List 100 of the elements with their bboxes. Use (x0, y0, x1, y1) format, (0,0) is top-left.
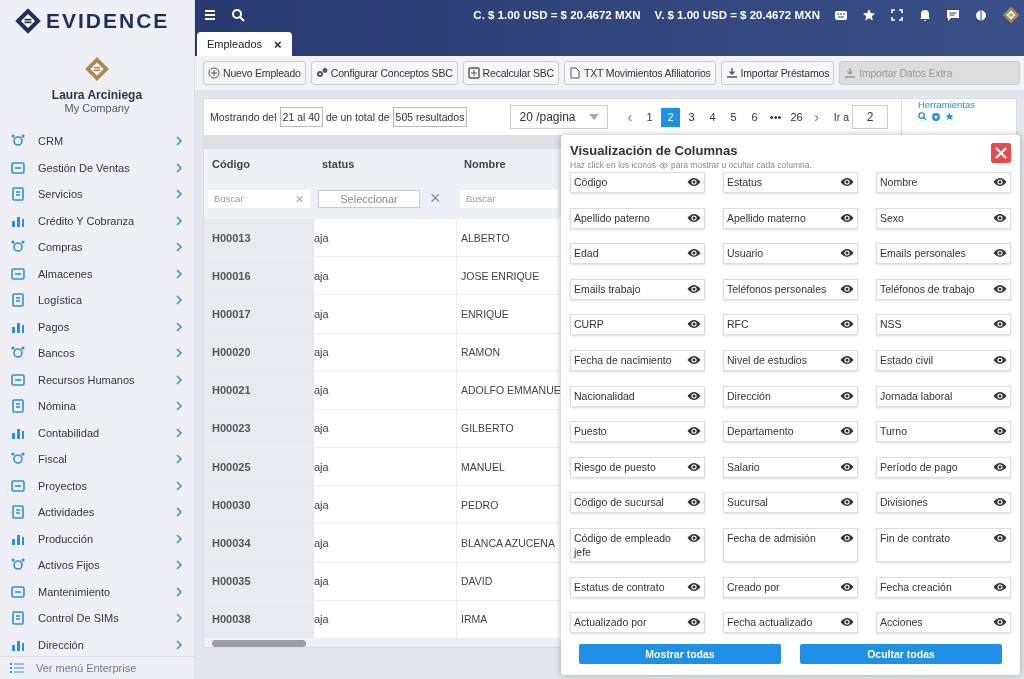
column-toggle[interactable]: Riesgo de puesto (570, 456, 705, 478)
column-toggle[interactable]: Sexo (876, 207, 1011, 229)
previous-page-icon[interactable]: ‹ (621, 109, 639, 126)
column-toggle[interactable]: RFC (723, 314, 858, 336)
tab[interactable]: Empleados × (197, 32, 292, 56)
column-toggle[interactable]: Sucursal (723, 492, 858, 514)
toolbar-button[interactable]: Configurar Conceptos SBC (310, 61, 458, 85)
eye-icon[interactable] (840, 426, 854, 437)
column-toggle[interactable]: Fecha de admisión (723, 527, 858, 562)
column-toggle[interactable]: Emails trabajo (570, 278, 705, 300)
eye-icon[interactable] (687, 532, 701, 543)
page-link[interactable]: 6 (745, 107, 765, 127)
eye-icon[interactable] (840, 319, 854, 330)
eye-icon[interactable] (840, 248, 854, 259)
eye-icon[interactable] (993, 319, 1007, 330)
scrollbar-thumb[interactable] (212, 640, 306, 647)
column-toggle[interactable]: Salario (723, 456, 858, 478)
eye-icon[interactable] (993, 426, 1007, 437)
column-toggle[interactable]: NSS (876, 314, 1011, 336)
sidebar-item[interactable]: Fiscal (0, 446, 194, 473)
eye-icon[interactable] (840, 177, 854, 187)
settings-icon[interactable] (930, 112, 941, 123)
eye-icon[interactable] (840, 283, 854, 294)
sidebar-item[interactable]: Compras (0, 234, 194, 261)
menu-icon[interactable] (203, 8, 217, 22)
column-toggle[interactable]: Fecha creación (876, 576, 1011, 598)
eye-icon[interactable] (687, 283, 701, 294)
search-icon[interactable] (231, 8, 245, 22)
eye-icon[interactable] (993, 354, 1007, 365)
eye-icon[interactable] (993, 497, 1007, 508)
eye-icon[interactable] (840, 617, 854, 628)
column-toggle[interactable]: Creado por (723, 576, 858, 598)
eye-icon[interactable] (840, 532, 854, 543)
page-link[interactable]: 3 (682, 107, 702, 127)
column-toggle[interactable]: Código de sucursal (570, 492, 705, 514)
keyboard-icon[interactable] (834, 8, 848, 22)
page-link[interactable]: 26 (787, 107, 807, 127)
page-link[interactable]: 5 (724, 107, 744, 127)
column-toggle[interactable]: Nivel de estudios (723, 349, 858, 371)
eye-icon[interactable] (993, 532, 1007, 543)
eye-icon[interactable] (687, 177, 701, 187)
sidebar-item[interactable]: Bancos (0, 340, 194, 367)
eye-icon[interactable] (840, 497, 854, 508)
sidebar-item[interactable]: Servicios (0, 181, 194, 208)
toolbar-button[interactable]: Importar Préstamos (720, 61, 835, 85)
column-toggle[interactable]: Turno (876, 421, 1011, 443)
column-toggle[interactable]: Apellido materno (723, 207, 858, 229)
column-toggle[interactable]: Departamento (723, 421, 858, 443)
page-link[interactable]: 1 (640, 107, 660, 127)
eye-icon[interactable] (993, 177, 1007, 187)
eye-icon[interactable] (993, 248, 1007, 259)
star-icon[interactable] (944, 112, 954, 122)
column-toggle[interactable]: Jornada laboral (876, 385, 1011, 407)
column-toggle[interactable]: Acciones (876, 612, 1011, 634)
column-toggle[interactable]: Nombre (876, 172, 1011, 193)
sidebar-item[interactable]: CRM (0, 128, 194, 155)
next-page-icon[interactable]: › (808, 109, 825, 126)
eye-icon[interactable] (840, 390, 854, 401)
sidebar-item[interactable]: Gestión De Ventas (0, 154, 194, 181)
toolbar-button[interactable]: Nuevo Empleado (203, 61, 306, 85)
column-toggle[interactable]: CURP (570, 314, 705, 336)
eye-icon[interactable] (687, 319, 701, 330)
column-toggle[interactable]: Fecha actualizado (723, 612, 858, 634)
sidebar-item[interactable]: Nómina (0, 393, 194, 420)
toolbar-button[interactable]: TXT Movimientos Afiliatorios (563, 61, 716, 85)
column-toggle[interactable]: Código de empleado jefe (570, 527, 705, 562)
close-icon[interactable]: × (274, 36, 282, 52)
page-link[interactable]: ••• (766, 107, 786, 127)
close-icon[interactable] (991, 143, 1011, 163)
column-toggle[interactable]: Fecha de nacimiento (570, 349, 705, 371)
column-toggle[interactable]: Estado civil (876, 349, 1011, 371)
column-toggle[interactable]: Emails personales (876, 243, 1011, 265)
sidebar-item[interactable]: Control De SIMs (0, 605, 194, 632)
eye-icon[interactable] (687, 248, 701, 259)
column-toggle[interactable]: Fin de contrato (876, 527, 1011, 562)
column-toggle[interactable]: Edad (570, 243, 705, 265)
column-toggle[interactable]: Teléfonos personales (723, 278, 858, 300)
sidebar-item[interactable]: Almacenes (0, 260, 194, 287)
eye-icon[interactable] (687, 390, 701, 401)
eye-icon[interactable] (687, 426, 701, 437)
sidebar-item[interactable]: Contabilidad (0, 419, 194, 446)
column-toggle[interactable]: Apellido paterno (570, 207, 705, 229)
eye-icon[interactable] (840, 212, 854, 223)
sidebar-item[interactable]: Crédito Y Cobranza (0, 207, 194, 234)
eye-icon[interactable] (687, 497, 701, 508)
sidebar-item[interactable]: Proyectos (0, 472, 194, 499)
eye-icon[interactable] (993, 581, 1007, 592)
column-toggle[interactable]: Teléfonos de trabajo (876, 278, 1011, 300)
sidebar-item[interactable]: Mantenimiento (0, 578, 194, 605)
fullscreen-icon[interactable] (890, 8, 904, 22)
eye-icon[interactable] (687, 617, 701, 628)
page-size-select[interactable]: 20 /pagina (510, 105, 609, 130)
eye-icon[interactable] (993, 461, 1007, 472)
column-toggle[interactable]: Código (570, 172, 705, 193)
sidebar-item[interactable]: Pagos (0, 313, 194, 340)
column-toggle[interactable]: Dirección (723, 385, 858, 407)
page-input[interactable]: 2 (851, 105, 888, 130)
chat-icon[interactable] (946, 8, 960, 22)
column-toggle[interactable]: Nacionalidad (570, 385, 705, 407)
column-toggle[interactable]: Estatus (723, 172, 858, 193)
